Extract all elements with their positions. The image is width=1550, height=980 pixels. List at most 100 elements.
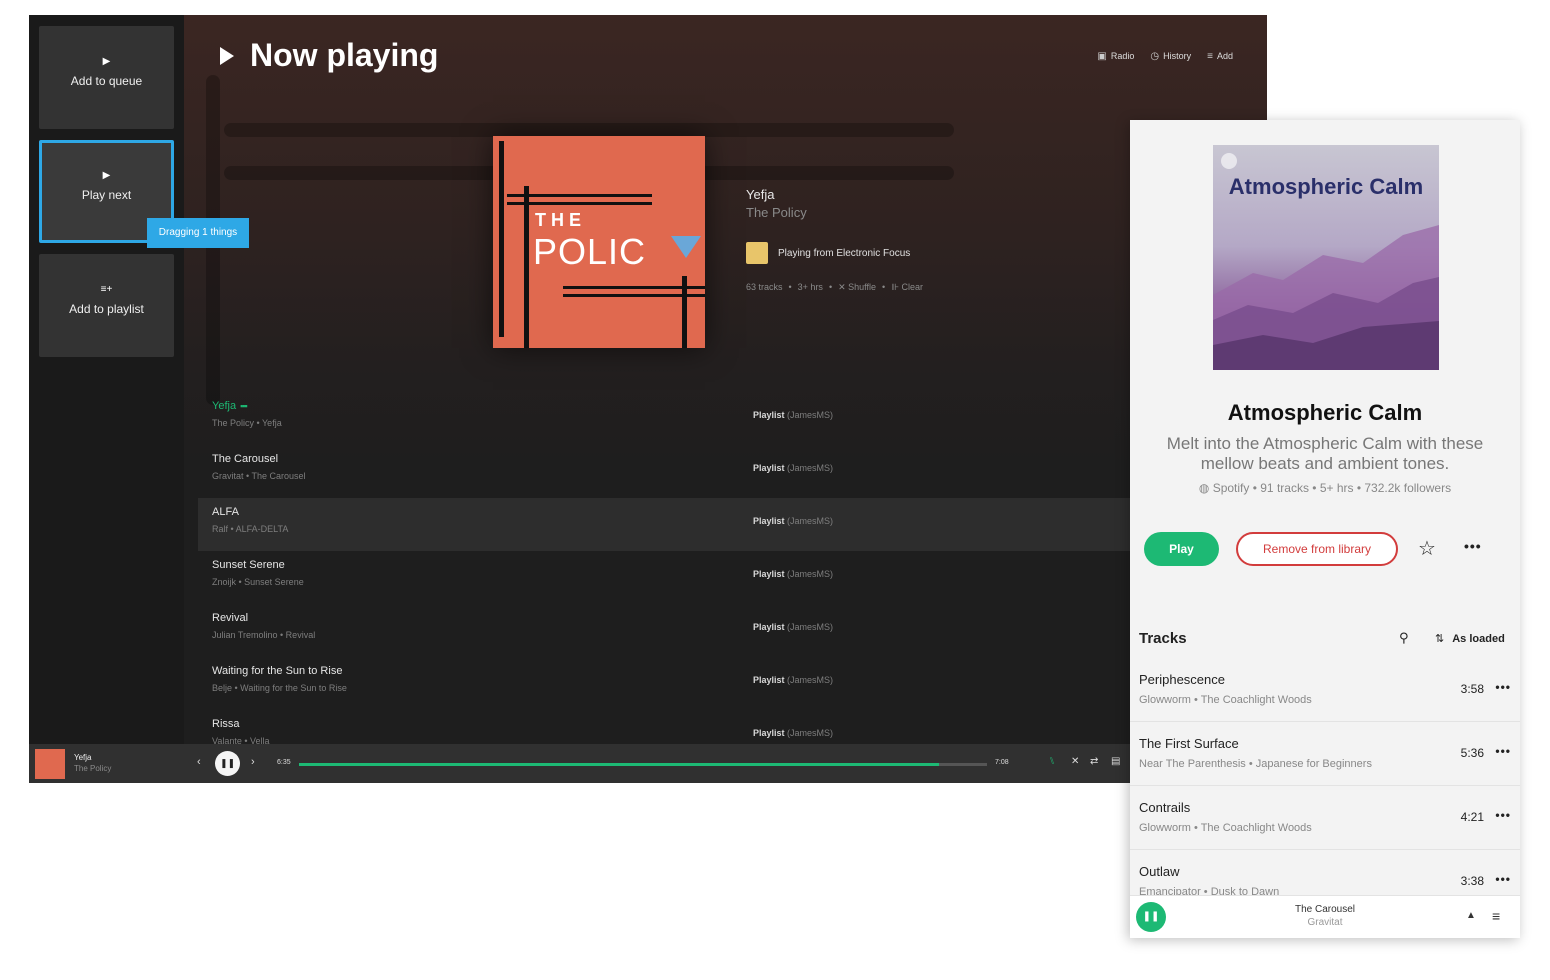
track-duration: 3:38 (1460, 874, 1484, 888)
more-options-icon[interactable]: ••• (1495, 808, 1511, 822)
track-source: Playlist (JamesMS) (753, 728, 834, 738)
now-playing-info: Yefja The Policy Playing from Electronic… (746, 187, 923, 293)
progress-fill (299, 763, 939, 766)
list-item[interactable]: The First Surface Near The Parenthesis •… (1130, 722, 1520, 786)
more-options-icon[interactable]: ••• (1495, 872, 1511, 886)
mini-player-info: The Carousel Gravitat (1130, 904, 1520, 928)
album-art-text: THE (535, 210, 586, 230)
cover-title: Atmospheric Calm (1228, 174, 1424, 199)
track-subtitle: The Policy • Yefja (212, 418, 282, 428)
track-title: ALFA (212, 506, 239, 518)
radio-link[interactable]: ▣ Radio (1097, 51, 1134, 62)
playing-from[interactable]: Playing from Electronic Focus (746, 242, 923, 264)
track-subtitle: Julian Tremolino • Revival (212, 630, 316, 640)
mini-player-artist: Gravitat (1307, 917, 1343, 928)
player-song[interactable]: Yefja (74, 753, 111, 762)
shuffle-icon[interactable]: ✕ (1071, 756, 1079, 767)
queue-row[interactable]: Waiting for the Sun to Rise Belje • Wait… (198, 657, 1267, 710)
tune-icon[interactable]: ⑊ (1049, 756, 1055, 767)
track-title: Rissa (212, 718, 240, 730)
track-subtitle: Ralf • ALFA-DELTA (212, 524, 289, 534)
drag-tooltip: Dragging 1 things (147, 218, 249, 248)
list-item[interactable]: Contrails Glowworm • The Coachlight Wood… (1130, 786, 1520, 850)
track-subtitle: Belje • Waiting for the Sun to Rise (212, 683, 347, 693)
more-options-icon[interactable]: ••• (1464, 538, 1482, 554)
menu-icon[interactable]: ≡ (1492, 908, 1500, 924)
page-title-text: Now playing (250, 37, 439, 73)
header-links: ▣ Radio ◷ History ≡ Add (1097, 51, 1233, 62)
player-artist[interactable]: The Policy (74, 764, 111, 773)
playlist-add-icon: ≡+ (100, 284, 113, 295)
player-bar: Yefja The Policy ‹ ❚❚ › 6:35 7:08 ⑊ ✕ ⇄ … (29, 744, 1267, 783)
repeat-icon[interactable]: ⇄ (1090, 756, 1098, 767)
track-duration: 5:36 (1460, 746, 1484, 760)
queue-row[interactable]: Revival Julian Tremolino • Revival Playl… (198, 604, 1267, 657)
chevron-up-icon[interactable]: ▲ (1466, 910, 1476, 921)
mini-player[interactable]: ❚❚ The Carousel Gravitat ▲ ≡ (1130, 895, 1520, 938)
queue-meta: 63 tracks • 3+ hrs • ✕ Shuffle • ⊪ Clear (746, 282, 924, 293)
play-icon: ▶ (102, 170, 111, 181)
track-duration: 3:58 (1460, 682, 1484, 696)
equalizer-icon: ▪▪▪ (240, 401, 248, 411)
now-playing-view: Now playing ▣ Radio ◷ History ≡ Add THE POL… (184, 15, 1267, 746)
playlist-title: Atmospheric Calm (1227, 400, 1423, 425)
now-playing-song[interactable]: Yefja (746, 187, 923, 202)
mini-player-song: The Carousel (1294, 904, 1356, 915)
triangle-shape (671, 236, 701, 258)
page-title: Now playing (220, 37, 438, 74)
pause-button[interactable]: ❚❚ (215, 751, 240, 776)
queue-row[interactable]: Yefja ▪▪▪ The Policy • Yefja Playlist (Ja… (198, 392, 1267, 445)
tracks-heading: Tracks (1139, 630, 1187, 647)
track-duration: 4:21 (1460, 810, 1484, 824)
clear-icon: ⊪ (891, 282, 902, 292)
playlist-stats: ◍ Spotify • 91 tracks • 5+ hrs • 732.2k … (1198, 481, 1452, 495)
background-blur-bar (224, 123, 954, 137)
add-link[interactable]: ≡ Add (1207, 51, 1233, 62)
sort-icon: ⇅ (1435, 633, 1445, 645)
track-source: Playlist (JamesMS) (753, 410, 834, 420)
track-title: Yefja ▪▪▪ (212, 400, 248, 412)
total-time: 7:08 (995, 759, 1009, 766)
track-source: Playlist (JamesMS) (753, 463, 834, 473)
progress-bar[interactable] (299, 763, 987, 766)
queue-row[interactable]: ALFA Ralf • ALFA-DELTA Playlist (JamesMS… (198, 498, 1267, 551)
add-to-playlist-label: Add to playlist (69, 302, 144, 316)
shuffle-button[interactable]: ✕ Shuffle (838, 282, 876, 293)
shuffle-icon: ✕ (838, 282, 849, 292)
track-subtitle: Gravitat • The Carousel (212, 471, 306, 481)
search-icon[interactable]: ⚲ (1399, 630, 1409, 646)
clear-button[interactable]: ⊪ Clear (891, 282, 923, 293)
next-icon[interactable]: › (251, 756, 255, 768)
album-art: THE POLIC (493, 136, 705, 348)
star-icon[interactable]: ☆ (1418, 536, 1436, 561)
play-icon[interactable] (220, 46, 234, 65)
add-to-queue-label: Add to queue (70, 74, 143, 88)
add-to-playlist-target[interactable]: ≡+ Add to playlist (39, 254, 174, 357)
album-art-logo: POLIC (533, 231, 647, 272)
now-playing-artist[interactable]: The Policy (746, 205, 923, 220)
spotify-icon (1221, 153, 1237, 169)
drop-target-sidebar: ▶ Add to queue ▶ Play next ≡+ Add to pla… (29, 15, 184, 744)
track-source: Playlist (JamesMS) (753, 622, 834, 632)
player-album-thumbnail[interactable] (35, 749, 65, 779)
previous-icon[interactable]: ‹ (197, 756, 201, 768)
playlist-description: Melt into the Atmospheric Calm with thes… (1166, 434, 1484, 473)
mobile-playlist-panel: Atmospheric Calm Atmospheric Calm Melt i… (1130, 120, 1520, 938)
sort-button[interactable]: ⇅ As loaded (1435, 632, 1505, 645)
track-subtitle: Znoijk • Sunset Serene (212, 577, 304, 587)
remove-from-library-button[interactable]: Remove from library (1236, 532, 1398, 566)
queue-icon[interactable]: ▤ (1111, 756, 1120, 767)
list-item[interactable]: Periphescence Glowworm • The Coachlight … (1130, 658, 1520, 722)
queue-row[interactable]: Sunset Serene Znoijk • Sunset Serene Pla… (198, 551, 1267, 604)
track-title: Sunset Serene (212, 559, 285, 571)
play-button[interactable]: Play (1144, 532, 1219, 566)
track-source: Playlist (JamesMS) (753, 675, 834, 685)
more-options-icon[interactable]: ••• (1495, 744, 1511, 758)
queue-row[interactable]: The Carousel Gravitat • The Carousel Pla… (198, 445, 1267, 498)
play-icon: ▶ (102, 56, 111, 67)
track-title: Revival (212, 612, 249, 624)
add-to-queue-target[interactable]: ▶ Add to queue (39, 26, 174, 129)
history-link[interactable]: ◷ History (1150, 51, 1191, 62)
play-next-label: Play next (81, 188, 132, 202)
more-options-icon[interactable]: ••• (1495, 680, 1511, 694)
